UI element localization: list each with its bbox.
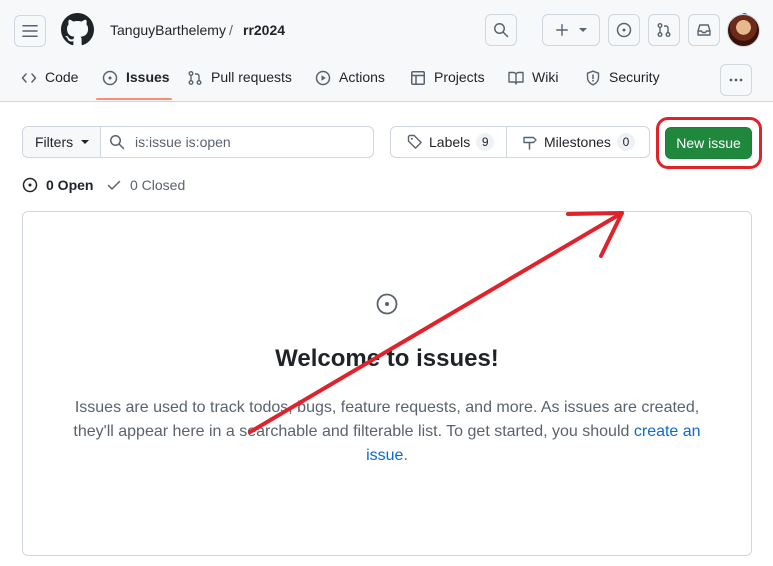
annotation-highlight-box [656, 117, 762, 169]
empty-state-panel [22, 211, 752, 556]
inbox-button[interactable] [688, 14, 720, 46]
issue-opened-icon [22, 177, 38, 193]
search-field-wrapper [109, 127, 369, 157]
issues-shortcut-button[interactable] [608, 14, 640, 46]
labels-label: Labels [429, 134, 471, 150]
open-issues-filter[interactable]: 0 Open [22, 177, 93, 193]
empty-state-description: Issues are used to track todos, bugs, fe… [62, 396, 712, 468]
issue-opened-icon [102, 70, 118, 86]
breadcrumb-repo[interactable]: rr2024 [243, 22, 285, 38]
tab-wiki-label: Wiki [532, 69, 559, 85]
issues-search-input[interactable] [135, 134, 345, 150]
milestones-button[interactable]: Milestones 0 [522, 127, 635, 157]
empty-state-icon-wrapper [375, 292, 399, 319]
tab-actions[interactable]: Actions [315, 62, 385, 96]
git-pull-request-icon [657, 23, 671, 37]
hamburger-icon [22, 25, 38, 37]
empty-state-desc-end: . [403, 447, 408, 464]
search-icon [110, 135, 125, 150]
active-tab-indicator [96, 98, 172, 100]
closed-issues-filter[interactable]: 0 Closed [106, 177, 185, 193]
more-tabs-button[interactable] [720, 64, 752, 96]
tab-issues[interactable]: Issues [102, 62, 170, 96]
pull-requests-shortcut-button[interactable] [648, 14, 680, 46]
git-pull-request-icon [188, 71, 202, 85]
empty-state-title: Welcome to issues! [275, 345, 499, 372]
shield-icon [586, 70, 600, 86]
tab-projects[interactable]: Projects [410, 62, 485, 96]
filters-label: Filters [35, 134, 74, 150]
repo-header: TanguyBarthelemy / rr2024 Code Issues Pu… [0, 0, 773, 102]
labels-counter: 9 [476, 133, 495, 151]
segment-divider [506, 127, 507, 157]
code-icon [21, 73, 37, 83]
book-icon [508, 71, 524, 85]
filter-bar: Filters [22, 126, 374, 158]
table-icon [411, 71, 425, 85]
play-icon [315, 70, 331, 86]
check-icon [107, 180, 121, 190]
closed-issues-label: 0 Closed [130, 177, 186, 193]
labels-milestones-group: Labels 9 Milestones 0 [390, 126, 650, 158]
tag-icon [407, 134, 422, 149]
issue-opened-icon [616, 22, 632, 38]
tab-security-label: Security [609, 69, 660, 85]
tab-wiki[interactable]: Wiki [508, 62, 558, 96]
tab-projects-label: Projects [434, 69, 485, 85]
tab-pull-requests-label: Pull requests [211, 69, 292, 85]
empty-state-desc-text: Issues are used to track todos, bugs, fe… [73, 399, 700, 440]
tab-code[interactable]: Code [21, 62, 78, 96]
create-new-button[interactable] [542, 14, 600, 46]
kebab-horizontal-icon [729, 78, 743, 82]
milestones-label: Milestones [544, 134, 611, 150]
menu-button[interactable] [14, 15, 46, 47]
breadcrumb-separator: / [229, 22, 233, 38]
avatar[interactable] [727, 14, 760, 47]
search-button[interactable] [485, 14, 517, 46]
github-logo[interactable] [61, 13, 94, 49]
triangle-down-icon [81, 140, 90, 144]
filters-dropdown-button[interactable]: Filters [23, 127, 101, 157]
breadcrumb-owner[interactable]: TanguyBarthelemy [110, 22, 226, 38]
inbox-icon [697, 24, 711, 36]
plus-icon [556, 24, 568, 36]
search-icon [494, 23, 509, 38]
milestone-icon [523, 136, 537, 150]
tab-code-label: Code [45, 69, 79, 85]
open-issues-label: 0 Open [46, 177, 94, 193]
tab-security[interactable]: Security [585, 62, 660, 96]
github-octocat-icon [61, 13, 94, 46]
tab-issues-label: Issues [126, 69, 170, 85]
tab-pull-requests[interactable]: Pull requests [187, 62, 292, 96]
issue-opened-icon [376, 293, 398, 315]
milestones-counter: 0 [616, 133, 635, 151]
triangle-down-icon [579, 28, 587, 32]
tab-actions-label: Actions [339, 69, 385, 85]
labels-button[interactable]: Labels 9 [407, 127, 495, 157]
